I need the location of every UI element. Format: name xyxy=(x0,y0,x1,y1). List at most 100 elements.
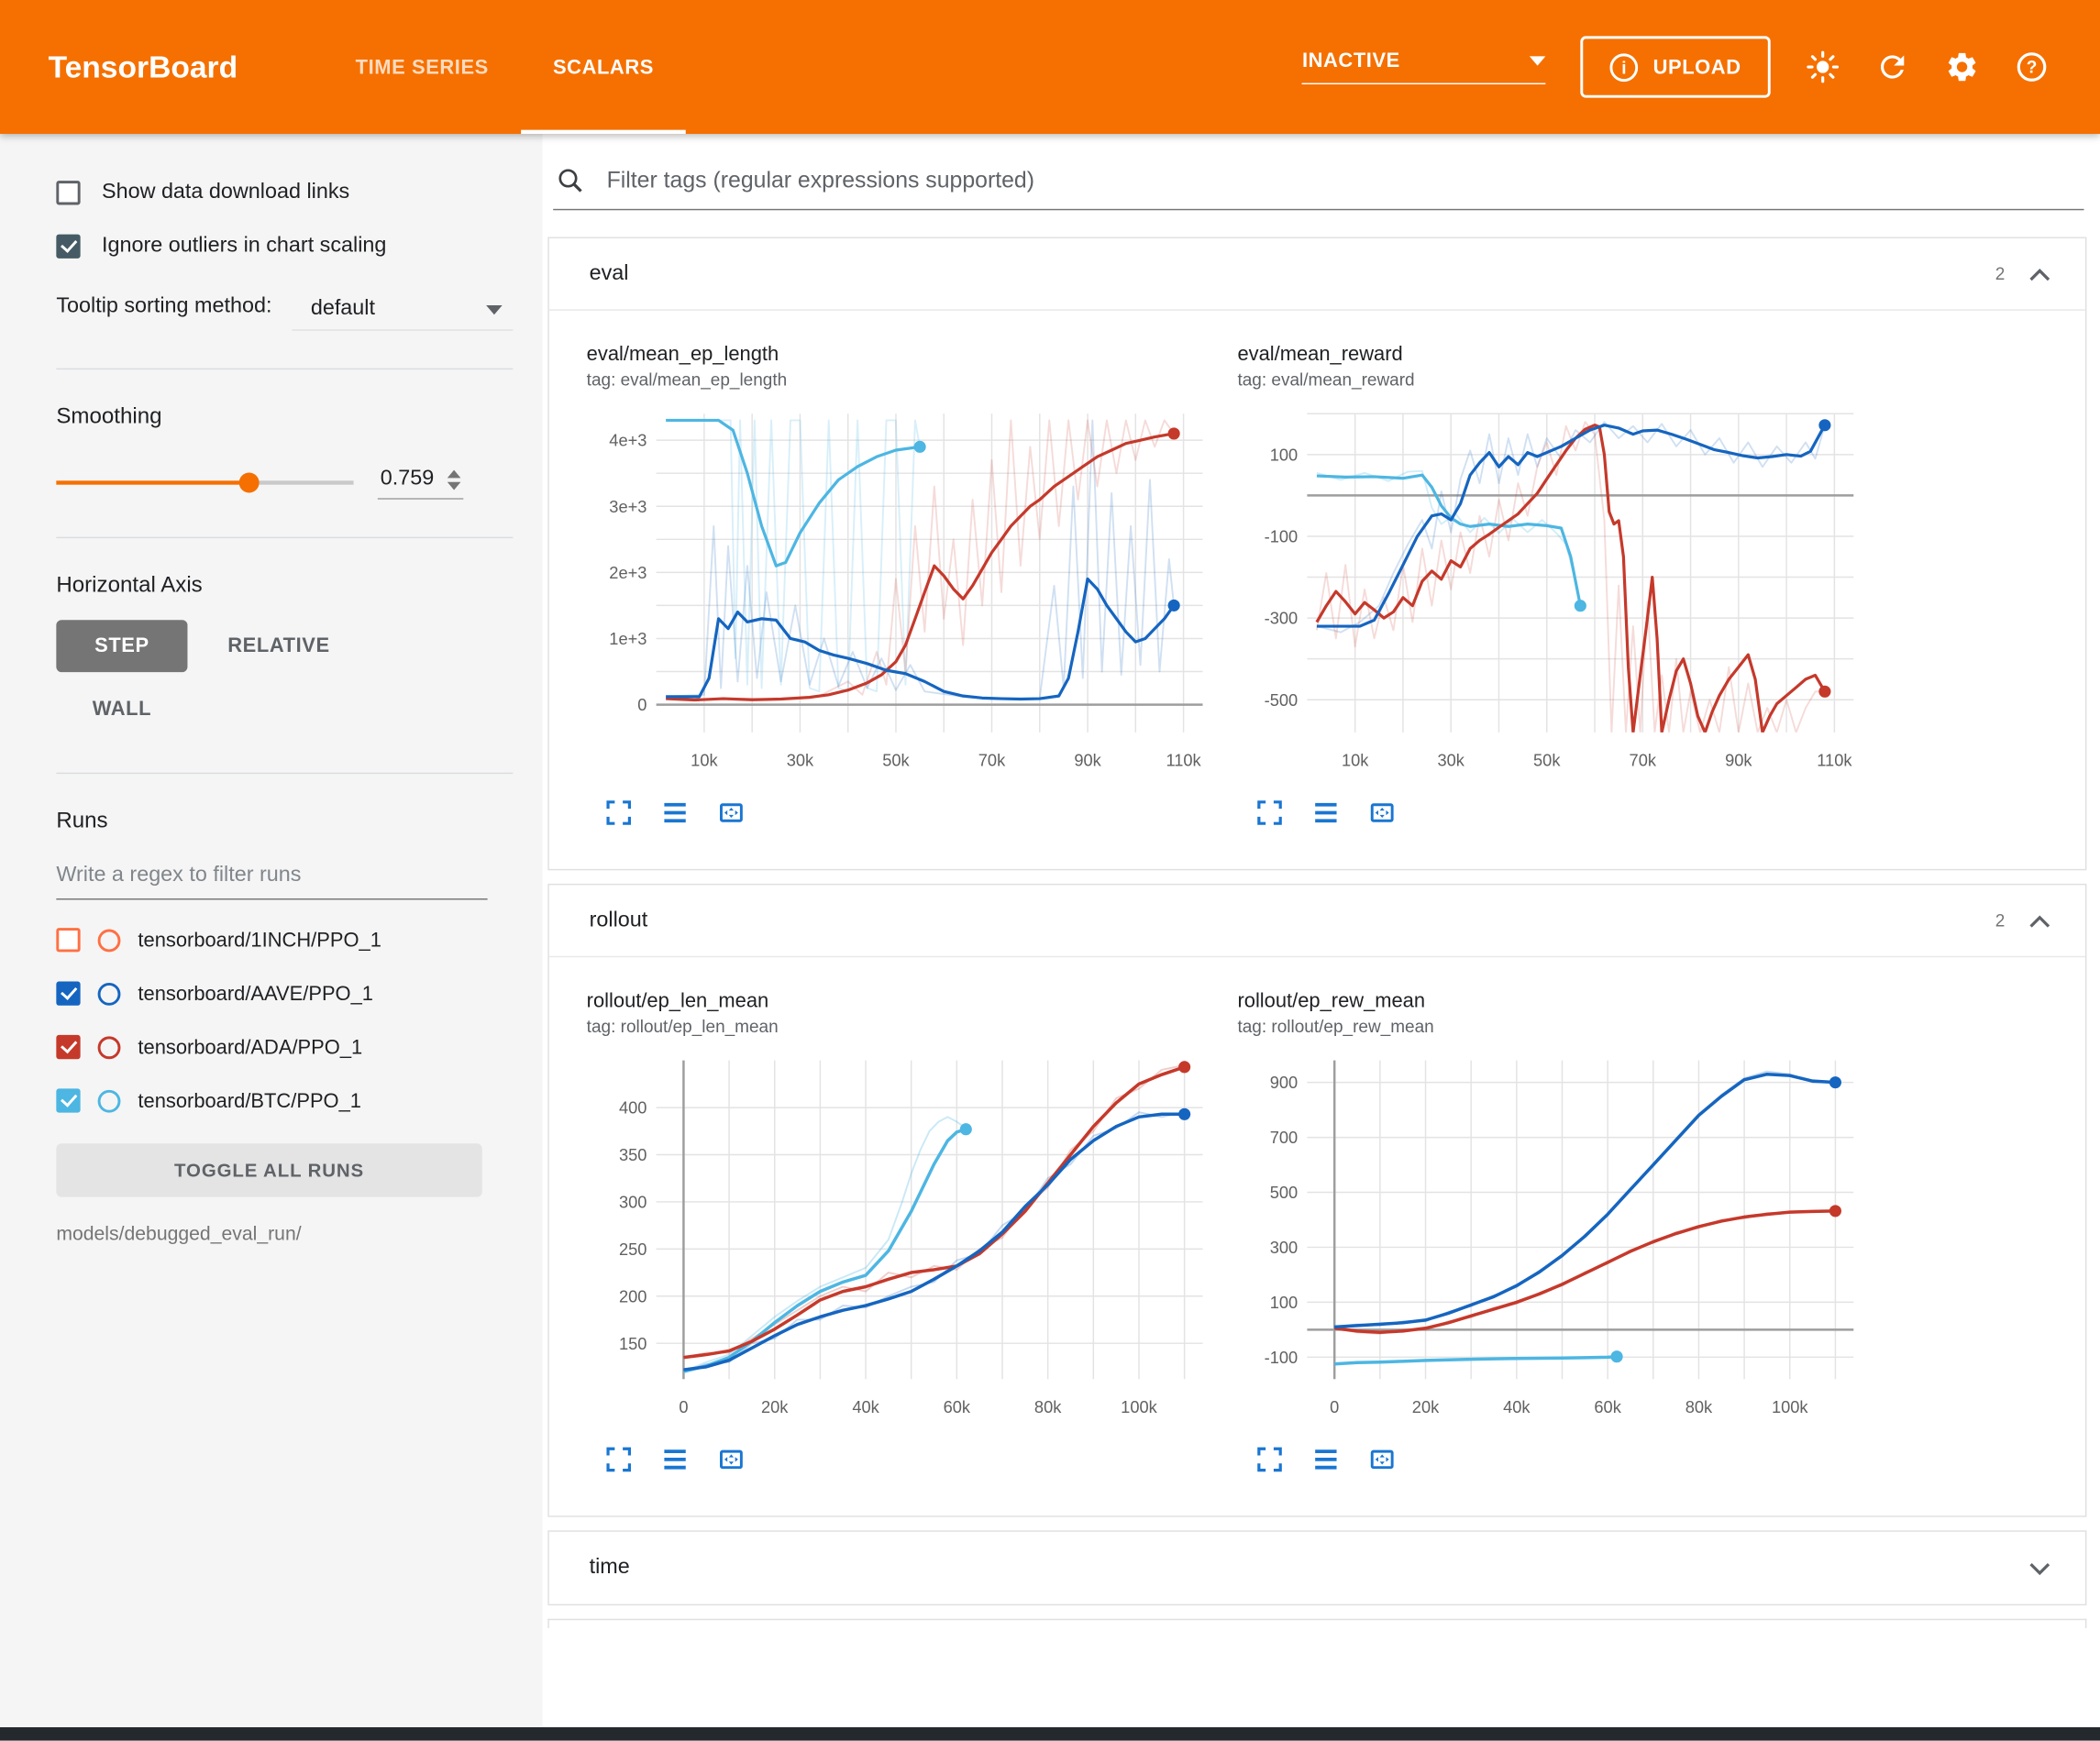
svg-text:4e+3: 4e+3 xyxy=(609,431,647,450)
run-list: tensorboard/1INCH/PPO_1 tensorboard/AAVE… xyxy=(56,913,513,1128)
chart-tag: tag: rollout/ep_len_mean xyxy=(587,1016,1238,1036)
tab-scalars[interactable]: SCALARS xyxy=(521,0,686,134)
run-checkbox[interactable] xyxy=(56,928,80,952)
brightness-icon[interactable] xyxy=(1806,50,1840,84)
tab-time-series[interactable]: TIME SERIES xyxy=(324,0,521,134)
inactive-dropdown[interactable]: INACTIVE xyxy=(1302,50,1546,84)
slider-thumb-icon[interactable] xyxy=(239,473,260,493)
next-section-edge xyxy=(547,1619,2086,1628)
settings-icon[interactable] xyxy=(1945,50,1980,84)
run-item-aave[interactable]: tensorboard/AAVE/PPO_1 xyxy=(56,966,513,1019)
tag-filter-input[interactable] xyxy=(604,166,2084,195)
section-count: 2 xyxy=(1995,264,2006,284)
data-table-button[interactable] xyxy=(659,1443,691,1475)
run-color-circle-icon[interactable] xyxy=(98,982,121,1005)
section-eval-header[interactable]: eval 2 xyxy=(549,238,2085,311)
runs-directory-label: models/debugged_eval_run/ xyxy=(56,1224,513,1245)
chart-canvas[interactable]: 10k30k50k70k90k110k01e+32e+33e+34e+3 xyxy=(587,401,1216,781)
run-item-btc[interactable]: tensorboard/BTC/PPO_1 xyxy=(56,1074,513,1127)
svg-text:350: 350 xyxy=(619,1145,647,1164)
axis-wall-button[interactable]: WALL xyxy=(56,683,187,735)
svg-text:-100: -100 xyxy=(1265,527,1299,546)
section-eval: eval 2 eval/mean_ep_length tag: eval/mea… xyxy=(547,237,2086,871)
run-item-label: tensorboard/1INCH/PPO_1 xyxy=(138,929,381,952)
svg-text:250: 250 xyxy=(619,1240,647,1259)
svg-text:110k: 110k xyxy=(1817,750,1852,769)
svg-text:90k: 90k xyxy=(1725,750,1752,769)
chart-canvas[interactable]: 020k40k60k80k100k-100100300500700900 xyxy=(1237,1047,1866,1427)
data-table-button[interactable] xyxy=(1310,1443,1342,1475)
svg-text:60k: 60k xyxy=(1594,1397,1621,1416)
divider xyxy=(56,773,513,774)
data-table-button[interactable] xyxy=(659,797,691,829)
svg-text:100k: 100k xyxy=(1772,1397,1808,1416)
tooltip-sorting-label: Tooltip sorting method: xyxy=(56,292,292,321)
svg-text:110k: 110k xyxy=(1166,750,1201,769)
runs-filter-input[interactable] xyxy=(56,853,487,899)
fit-domain-button[interactable] xyxy=(715,1443,747,1475)
chart-canvas[interactable]: 020k40k60k80k100k150200250300350400 xyxy=(587,1047,1216,1427)
app-title: TensorBoard xyxy=(49,49,238,84)
fullscreen-button[interactable] xyxy=(602,1443,635,1475)
run-color-circle-icon[interactable] xyxy=(98,929,121,952)
svg-text:70k: 70k xyxy=(978,750,1006,769)
app-header: TensorBoard TIME SERIES SCALARS INACTIVE… xyxy=(0,0,2100,134)
run-checkbox[interactable] xyxy=(56,1035,80,1059)
chart-title: rollout/ep_len_mean xyxy=(587,989,1238,1012)
section-time-header[interactable]: time xyxy=(549,1532,2085,1604)
run-color-circle-icon[interactable] xyxy=(98,1089,121,1112)
expand-section-button[interactable] xyxy=(2021,1553,2059,1582)
chart-card-mean-reward: eval/mean_reward tag: eval/mean_reward 1… xyxy=(1237,343,1888,829)
chart-tag: tag: eval/mean_ep_length xyxy=(587,369,1238,390)
svg-text:300: 300 xyxy=(1270,1238,1298,1257)
fullscreen-button[interactable] xyxy=(602,797,635,829)
upload-button[interactable]: i UPLOAD xyxy=(1581,36,1771,97)
svg-text:200: 200 xyxy=(619,1286,647,1306)
show-download-links-checkbox[interactable] xyxy=(56,181,80,204)
chart-title: rollout/ep_rew_mean xyxy=(1237,989,1888,1012)
section-rollout-header[interactable]: rollout 2 xyxy=(549,885,2085,957)
svg-text:0: 0 xyxy=(637,695,647,714)
run-item-ada[interactable]: tensorboard/ADA/PPO_1 xyxy=(56,1020,513,1074)
chart-canvas[interactable]: 10k30k50k70k90k110k100-100-300-500 xyxy=(1237,401,1866,781)
run-checkbox[interactable] xyxy=(56,982,80,1006)
svg-text:-300: -300 xyxy=(1265,609,1299,628)
svg-text:30k: 30k xyxy=(787,750,814,769)
fullscreen-button[interactable] xyxy=(1254,797,1286,829)
bottom-bar xyxy=(0,1727,2100,1741)
svg-text:?: ? xyxy=(2027,59,2038,78)
run-checkbox[interactable] xyxy=(56,1088,80,1112)
collapse-section-button[interactable] xyxy=(2021,259,2059,289)
help-icon[interactable]: ? xyxy=(2015,50,2050,84)
section-title: time xyxy=(590,1556,630,1580)
chart-card-mean-ep-length: eval/mean_ep_length tag: eval/mean_ep_le… xyxy=(587,343,1238,829)
tooltip-sorting-dropdown[interactable]: default xyxy=(292,292,513,330)
inactive-dropdown-label: INACTIVE xyxy=(1302,50,1400,72)
refresh-icon[interactable] xyxy=(1875,50,1910,84)
svg-text:40k: 40k xyxy=(1503,1397,1531,1416)
section-time: time xyxy=(547,1530,2086,1605)
ignore-outliers-checkbox[interactable] xyxy=(56,235,80,259)
chart-tag: tag: eval/mean_reward xyxy=(1237,369,1888,390)
svg-text:20k: 20k xyxy=(1412,1397,1440,1416)
smoothing-slider[interactable] xyxy=(56,471,353,492)
fit-domain-button[interactable] xyxy=(715,797,747,829)
run-color-circle-icon[interactable] xyxy=(98,1036,121,1059)
axis-step-button[interactable]: STEP xyxy=(56,620,187,672)
axis-relative-button[interactable]: RELATIVE xyxy=(209,620,348,672)
search-icon xyxy=(556,166,585,195)
toggle-all-runs-button[interactable]: TOGGLE ALL RUNS xyxy=(56,1143,481,1196)
fit-domain-button[interactable] xyxy=(1366,1443,1398,1475)
fit-domain-button[interactable] xyxy=(1366,797,1398,829)
svg-text:1e+3: 1e+3 xyxy=(609,629,647,648)
section-count: 2 xyxy=(1995,910,2006,931)
svg-text:0: 0 xyxy=(1330,1397,1339,1416)
smoothing-value-input[interactable]: 0.759 xyxy=(378,465,463,500)
stepper-arrows-icon[interactable] xyxy=(448,469,461,490)
fullscreen-button[interactable] xyxy=(1254,1443,1286,1475)
svg-text:10k: 10k xyxy=(691,750,718,769)
tag-filter xyxy=(553,166,2083,210)
run-item-1inch[interactable]: tensorboard/1INCH/PPO_1 xyxy=(56,913,513,966)
collapse-section-button[interactable] xyxy=(2021,906,2059,935)
data-table-button[interactable] xyxy=(1310,797,1342,829)
